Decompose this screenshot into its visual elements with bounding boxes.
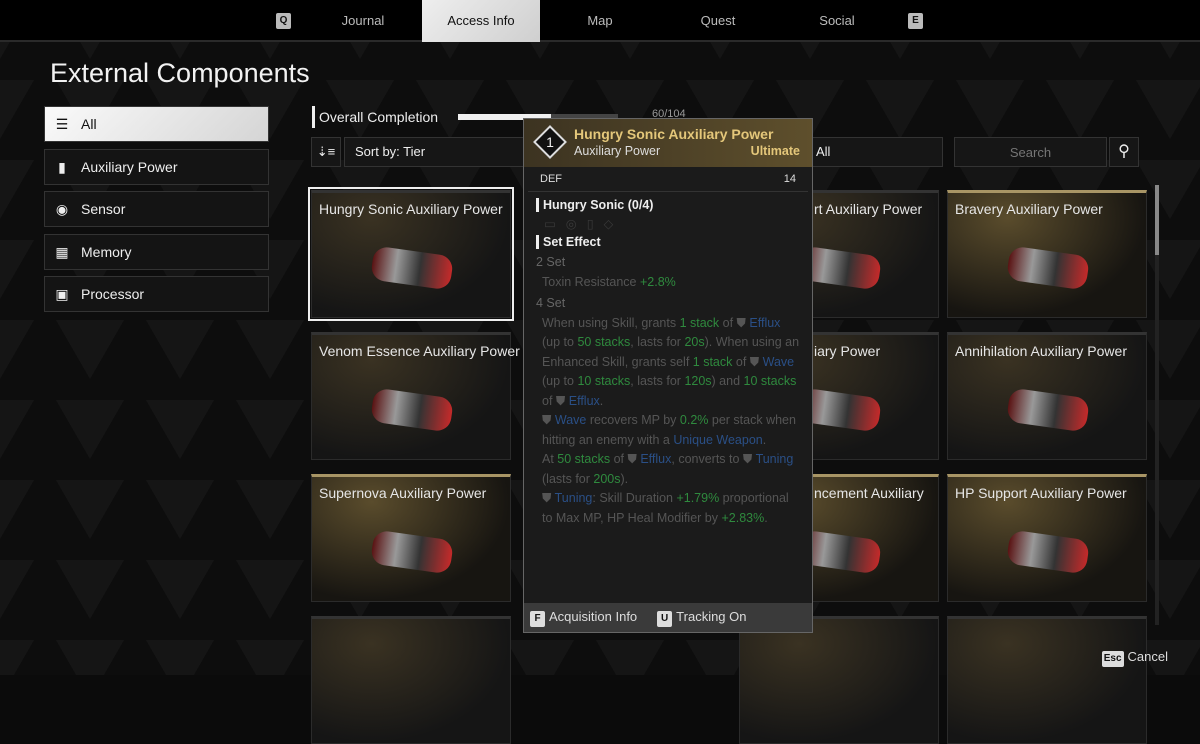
set4-description: When using Skill, grants 1 stack of ⛊ Ef… [542,315,800,408]
acquisition-info-label: Acquisition Info [549,608,638,624]
component-card[interactable]: Hungry Sonic Auxiliary Power [308,187,514,321]
card-name: Annihilation Auxiliary Power [955,343,1127,359]
scrollbar-thumb[interactable] [1155,185,1159,255]
stat-name: DEF [540,173,562,185]
component-card[interactable] [739,616,939,744]
component-tooltip: 1 Hungry Sonic Auxiliary Power Auxiliary… [523,118,813,633]
set2-text: Toxin Resistance [542,274,637,289]
set4-description: ⛊ Tuning: Skill Duration +1.79% proporti… [542,491,789,525]
component-card[interactable] [311,616,511,744]
sidebar-item-label: Processor [81,286,145,302]
search-input[interactable] [954,137,1107,167]
component-card[interactable]: Venom Essence Auxiliary Power [311,332,520,460]
tab-social[interactable]: Social [778,0,896,42]
card-name: iary Power [814,343,881,359]
component-card[interactable]: Supernova Auxiliary Power [311,474,511,602]
layers-icon: ☰ [55,116,69,132]
completion-label: Overall Completion [312,106,438,128]
sidebar-item-label: All [81,116,97,132]
tab-quest[interactable]: Quest [659,0,777,42]
component-card[interactable] [947,616,1147,744]
sidebar-item-label: Memory [81,244,132,260]
filter-dropdown[interactable]: All [800,137,943,167]
component-image [370,529,454,575]
sort-order-button[interactable]: ⇣≡ [311,137,341,167]
set4-label: 4 Set [536,296,566,310]
sort-icon: ⇣≡ [316,144,336,159]
set-piece-icons: ▭◎▯◇ [544,217,624,231]
sort-dropdown[interactable]: Sort by: Tier [344,137,544,167]
cancel-button[interactable]: Esc Cancel [1101,649,1168,667]
component-image [1006,387,1090,433]
page-title: External Components [50,58,310,88]
component-card[interactable]: Annihilation Auxiliary Power [947,332,1147,460]
memory-chip-icon: ▦ [55,244,69,260]
component-card[interactable]: Bravery Auxiliary Power [947,190,1147,318]
card-name: Venom Essence Auxiliary Power [319,343,520,359]
battery-icon: ▮ [58,159,66,175]
card-name: Supernova Auxiliary Power [319,485,487,501]
esc-key: Esc [1101,651,1124,667]
cancel-label: Cancel [1127,649,1168,664]
search-icon: ⚲ [1118,143,1130,160]
search-button[interactable]: ⚲ [1109,137,1139,167]
set4-description: ⛊ Wave recovers MP by 0.2% per stack whe… [542,413,796,447]
component-image [1006,245,1090,291]
set2-value: +2.8% [639,274,676,289]
card-name: HP Support Auxiliary Power [955,485,1127,501]
sidebar-item-processor[interactable]: ▣ Processor [44,276,269,312]
sensor-icon: ◉ [55,201,69,217]
tooltip-header: 1 Hungry Sonic Auxiliary Power Auxiliary… [524,119,812,167]
sidebar-item-auxiliary-power[interactable]: ▮ Auxiliary Power [44,149,269,185]
sidebar-item-label: Auxiliary Power [81,159,178,175]
scrollbar[interactable] [1155,185,1159,625]
tracking-button[interactable]: U Tracking On [657,608,747,627]
card-name: rt Auxiliary Power [814,201,923,217]
tab-access-info[interactable]: Access Info [422,0,540,42]
set-name: Hungry Sonic (0/4) [536,198,812,212]
tracking-label: Tracking On [676,608,747,624]
tooltip-name: Hungry Sonic Auxiliary Power [574,126,774,142]
q-key-hint: Q [276,13,291,29]
stat-row: DEF 14 [528,167,808,192]
set-effect-text: 2 Set Toxin Resistance +2.8% 4 Set When … [524,249,812,528]
processor-icon: ▣ [55,286,69,302]
tier-badge: 1 [533,125,567,159]
sidebar-item-sensor[interactable]: ◉ Sensor [44,191,269,227]
card-name: Hungry Sonic Auxiliary Power [319,201,503,217]
tooltip-footer: F Acquisition Info U Tracking On [524,603,812,632]
acquisition-info-button[interactable]: F Acquisition Info [530,609,637,627]
set4-description: At 50 stacks of ⛊ Efflux, converts to ⛊ … [542,452,794,486]
tooltip-rarity: Ultimate [750,144,800,158]
sidebar-item-all[interactable]: ☰ All [44,106,269,142]
card-name: ncement Auxiliary [814,485,924,501]
set-effect-heading: Set Effect [536,235,812,249]
component-image [370,245,454,291]
set2-label: 2 Set [536,255,566,269]
tab-journal[interactable]: Journal [304,0,422,42]
u-key: U [657,610,673,627]
e-key-hint: E [908,13,923,29]
component-image [1006,529,1090,575]
component-card[interactable]: HP Support Auxiliary Power [947,474,1147,602]
top-nav: Q Journal Access Info Map Quest Social E [0,0,1200,42]
sidebar-item-label: Sensor [81,201,126,217]
tooltip-type: Auxiliary Power [574,144,661,158]
tier-number: 1 [546,134,554,150]
tab-map[interactable]: Map [541,0,659,42]
sidebar-item-memory[interactable]: ▦ Memory [44,234,269,270]
f-key: F [530,610,545,627]
stat-value: 14 [783,173,796,185]
component-image [370,387,454,433]
card-name: Bravery Auxiliary Power [955,201,1103,217]
